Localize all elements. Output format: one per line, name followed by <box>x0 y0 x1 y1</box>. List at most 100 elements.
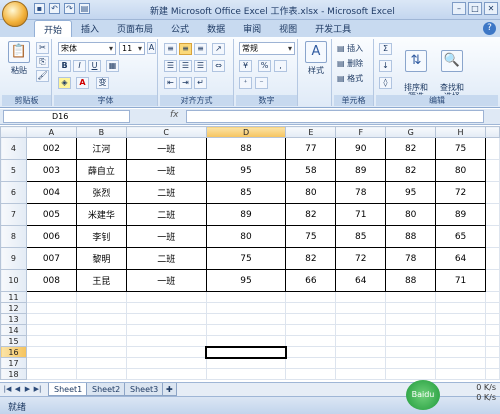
cell-h4[interactable]: 75 <box>435 137 486 160</box>
row-header[interactable]: 4 <box>0 137 27 160</box>
empty-cell[interactable] <box>205 291 287 303</box>
cell-d6[interactable]: 85 <box>205 181 287 204</box>
empty-cell[interactable] <box>285 291 337 303</box>
align-middle-icon[interactable]: ≡ <box>179 43 192 55</box>
empty-cell[interactable] <box>205 302 287 314</box>
empty-cell[interactable] <box>125 324 207 336</box>
tab-home[interactable]: 开始 <box>34 20 73 37</box>
redo-icon[interactable]: ↷ <box>64 3 75 14</box>
sheet-tab-sheet3[interactable]: Sheet3 <box>124 383 165 396</box>
empty-cell[interactable] <box>385 335 437 347</box>
cell-overflow[interactable] <box>485 269 500 292</box>
minimize-button[interactable]: – <box>452 2 466 15</box>
selected-cell[interactable] <box>205 345 287 359</box>
empty-cell[interactable] <box>205 368 287 380</box>
prev-sheet-icon[interactable]: ◀ <box>13 385 22 393</box>
cell-b4[interactable]: 江河 <box>75 137 127 160</box>
border-icon[interactable]: ▦ <box>106 60 119 72</box>
empty-cell[interactable] <box>285 357 337 369</box>
cell-a8[interactable]: 006 <box>25 225 77 248</box>
copy-icon[interactable]: ⎘ <box>36 56 49 68</box>
cell-b10[interactable]: 王昆 <box>75 269 127 292</box>
cell-g4[interactable]: 82 <box>385 137 437 160</box>
empty-cell[interactable] <box>75 313 127 325</box>
row-header[interactable]: 8 <box>0 225 27 248</box>
empty-cell[interactable] <box>385 302 437 314</box>
empty-cell[interactable] <box>125 291 207 303</box>
cell-a6[interactable]: 004 <box>25 181 77 204</box>
cell-d4[interactable]: 88 <box>205 137 287 160</box>
comma-button[interactable]: , <box>274 60 287 72</box>
align-left-icon[interactable]: ☰ <box>164 60 177 72</box>
row-header[interactable]: 13 <box>0 313 27 325</box>
empty-cell[interactable] <box>285 313 337 325</box>
empty-cell[interactable] <box>75 357 127 369</box>
sheet-tab-sheet2[interactable]: Sheet2 <box>86 383 127 396</box>
empty-cell[interactable] <box>75 302 127 314</box>
cell-f6[interactable]: 78 <box>335 181 387 204</box>
row-header[interactable]: 9 <box>0 247 27 270</box>
cell-f7[interactable]: 71 <box>335 203 387 226</box>
tab-review[interactable]: 审阅 <box>234 20 270 37</box>
empty-cell[interactable] <box>435 291 486 303</box>
empty-cell[interactable] <box>25 368 77 380</box>
paste-button[interactable]: 📋 粘贴 <box>6 41 32 76</box>
empty-cell[interactable] <box>435 302 486 314</box>
cell-d7[interactable]: 89 <box>205 203 287 226</box>
column-header-d[interactable]: D <box>205 126 287 138</box>
cell-b8[interactable]: 李钊 <box>75 225 127 248</box>
cell-f10[interactable]: 64 <box>335 269 387 292</box>
cell-h6[interactable]: 72 <box>435 181 486 204</box>
cell-a10[interactable]: 008 <box>25 269 77 292</box>
cell-c9[interactable]: 二班 <box>125 247 207 270</box>
empty-cell[interactable] <box>125 302 207 314</box>
empty-cell[interactable] <box>485 335 500 347</box>
number-format-select[interactable]: 常规 <box>239 42 295 55</box>
cell-e5[interactable]: 58 <box>285 159 337 182</box>
align-bottom-icon[interactable]: ≡ <box>194 43 207 55</box>
cell-d9[interactable]: 75 <box>205 247 287 270</box>
increase-indent-icon[interactable]: ⇥ <box>179 77 192 89</box>
row-header[interactable]: 6 <box>0 181 27 204</box>
first-sheet-icon[interactable]: |◀ <box>3 385 12 393</box>
delete-cells-button[interactable]: ▤ 删除 <box>337 58 363 69</box>
tab-developer[interactable]: 开发工具 <box>306 20 360 37</box>
select-all-corner[interactable] <box>0 126 27 138</box>
cell-d10[interactable]: 95 <box>205 269 287 292</box>
tab-insert[interactable]: 插入 <box>72 20 108 37</box>
cell-g6[interactable]: 95 <box>385 181 437 204</box>
fill-icon[interactable]: ↓ <box>379 60 392 72</box>
help-icon[interactable]: ? <box>483 22 496 35</box>
cell-h8[interactable]: 65 <box>435 225 486 248</box>
styles-button[interactable]: A 样式 <box>304 41 328 76</box>
close-button[interactable]: ✕ <box>484 2 498 15</box>
empty-cell[interactable] <box>435 313 486 325</box>
cell-b7[interactable]: 米建华 <box>75 203 127 226</box>
insert-sheet-icon[interactable]: ✚ <box>162 383 177 396</box>
format-painter-icon[interactable]: 🖌 <box>36 70 49 82</box>
empty-cell[interactable] <box>385 357 437 369</box>
bold-button[interactable]: B <box>58 60 71 72</box>
empty-cell[interactable] <box>125 313 207 325</box>
orientation-icon[interactable]: ↗ <box>212 43 225 55</box>
empty-cell[interactable] <box>335 368 387 380</box>
empty-cell[interactable] <box>385 313 437 325</box>
empty-cell[interactable] <box>435 346 486 358</box>
row-header[interactable]: 11 <box>0 291 27 303</box>
empty-cell[interactable] <box>25 291 77 303</box>
row-header[interactable]: 5 <box>0 159 27 182</box>
cell-e9[interactable]: 82 <box>285 247 337 270</box>
row-header[interactable]: 15 <box>0 335 27 347</box>
row-header[interactable]: 17 <box>0 357 27 369</box>
cell-e8[interactable]: 75 <box>285 225 337 248</box>
formula-input[interactable] <box>186 110 484 123</box>
find-select-button[interactable]: 🔍 查找和 选择 <box>436 41 468 101</box>
phonetic-icon[interactable]: 变 <box>96 77 109 89</box>
empty-cell[interactable] <box>335 302 387 314</box>
clear-icon[interactable]: ◊ <box>379 77 392 89</box>
empty-cell[interactable] <box>285 324 337 336</box>
maximize-button[interactable]: □ <box>468 2 482 15</box>
print-icon[interactable]: ▤ <box>79 3 90 14</box>
empty-cell[interactable] <box>435 324 486 336</box>
cell-f5[interactable]: 89 <box>335 159 387 182</box>
